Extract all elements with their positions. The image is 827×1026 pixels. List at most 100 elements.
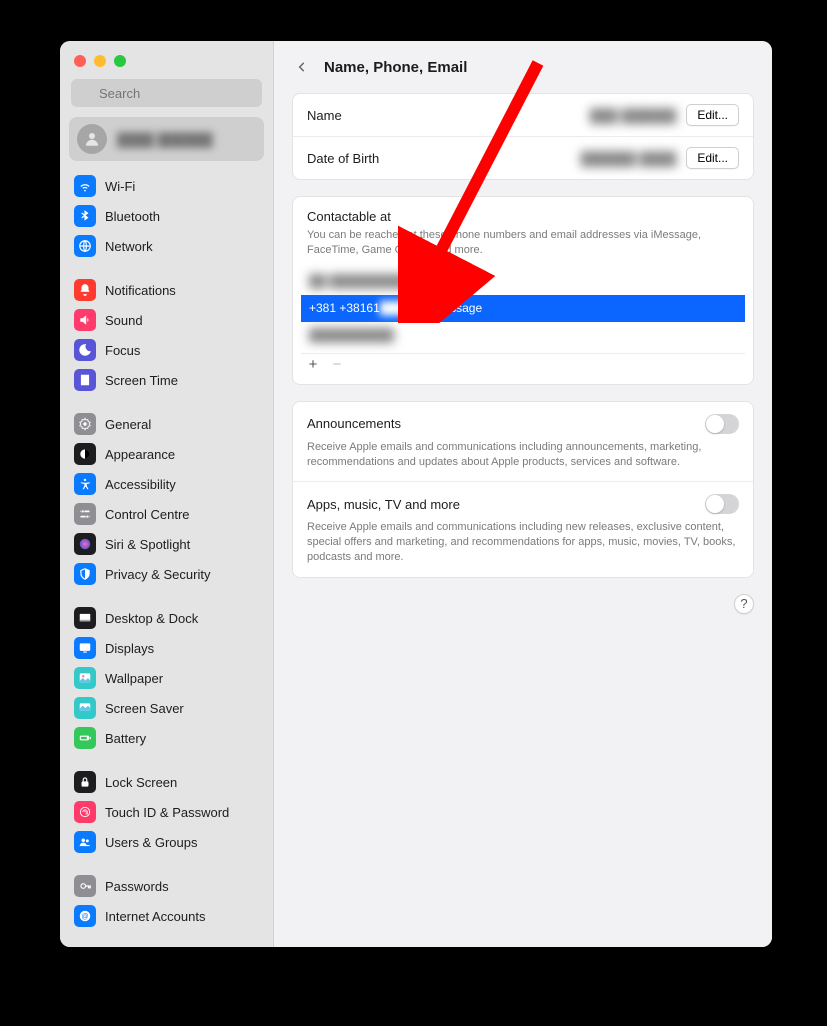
contact-item[interactable]: +381 +38161██████ iMessage	[301, 295, 745, 322]
setting-apps: Apps, music, TV and moreReceive Apple em…	[293, 481, 753, 577]
edit-dob-button[interactable]: Edit...	[686, 147, 739, 169]
remove-contact-button[interactable]: −	[325, 354, 349, 376]
sidebar-item-label: Wallpaper	[105, 671, 163, 686]
network-icon	[74, 235, 96, 257]
appearance-icon	[74, 443, 96, 465]
sidebar-item-label: Lock Screen	[105, 775, 177, 790]
sidebar-item-label: Desktop & Dock	[105, 611, 198, 626]
settings-window: ████ ██████ Wi-Fi Bluetooth Network Notific…	[60, 41, 772, 947]
name-row: Name ███ ██████ Edit...	[293, 94, 753, 136]
desktop-icon	[74, 607, 96, 629]
contact-item[interactable]: ██████████	[301, 322, 745, 349]
add-contact-button[interactable]: +	[301, 354, 325, 376]
sidebar-item-label: Users & Groups	[105, 835, 197, 850]
contactable-desc: You can be reached at these phone number…	[307, 228, 739, 258]
focus-icon	[74, 339, 96, 361]
sidebar-item-battery[interactable]: Battery	[69, 723, 264, 753]
titlebar: Name, Phone, Email	[274, 41, 772, 93]
close-icon[interactable]	[74, 55, 86, 67]
help-button[interactable]: ?	[734, 594, 754, 614]
sidebar-item-wallpaper[interactable]: Wallpaper	[69, 663, 264, 693]
sidebar-item-displays[interactable]: Displays	[69, 633, 264, 663]
notifications-icon	[74, 279, 96, 301]
sidebar-item-desktop[interactable]: Desktop & Dock	[69, 603, 264, 633]
setting-desc: Receive Apple emails and communications …	[307, 440, 739, 470]
sidebar-nav: Wi-Fi Bluetooth Network Notifications Sound F…	[60, 171, 273, 947]
sidebar-item-label: Siri & Spotlight	[105, 537, 190, 552]
sidebar-item-label: Notifications	[105, 283, 176, 298]
setting-announcements: AnnouncementsReceive Apple emails and co…	[293, 402, 753, 482]
sidebar-item-internetaccounts[interactable]: @Internet Accounts	[69, 901, 264, 931]
sidebar-item-siri[interactable]: Siri & Spotlight	[69, 529, 264, 559]
sidebar-item-passwords[interactable]: Passwords	[69, 871, 264, 901]
privacy-icon	[74, 563, 96, 585]
minimize-icon[interactable]	[94, 55, 106, 67]
contactable-card: Contactable at You can be reached at the…	[292, 196, 754, 385]
sidebar-item-appearance[interactable]: Appearance	[69, 439, 264, 469]
sidebar-item-accessibility[interactable]: Accessibility	[69, 469, 264, 499]
sidebar-item-wifi[interactable]: Wi-Fi	[69, 171, 264, 201]
users-icon	[74, 831, 96, 853]
dob-value: ██████ ████	[581, 151, 677, 166]
name-label: Name	[307, 108, 342, 123]
window-controls	[60, 41, 273, 79]
displays-icon	[74, 637, 96, 659]
siri-icon	[74, 533, 96, 555]
wallpaper-icon	[74, 667, 96, 689]
sidebar-item-controlcentre[interactable]: Control Centre	[69, 499, 264, 529]
dob-row: Date of Birth ██████ ████ Edit...	[293, 136, 753, 179]
contactable-title: Contactable at	[307, 209, 739, 224]
sidebar-item-label: Privacy & Security	[105, 567, 210, 582]
sidebar-item-privacy[interactable]: Privacy & Security	[69, 559, 264, 589]
account-name: ████ ██████	[117, 132, 213, 147]
svg-text:@: @	[81, 913, 88, 920]
sidebar-item-sound[interactable]: Sound	[69, 305, 264, 335]
controlcentre-icon	[74, 503, 96, 525]
back-button[interactable]	[292, 57, 312, 77]
sidebar-item-label: Sound	[105, 313, 143, 328]
sidebar-item-screensaver[interactable]: Screen Saver	[69, 693, 264, 723]
sidebar-item-label: Appearance	[105, 447, 175, 462]
general-icon	[74, 413, 96, 435]
sidebar-item-label: General	[105, 417, 151, 432]
toggle-announcements[interactable]	[705, 414, 739, 434]
contact-list: ██ ████████████████+381 +38161██████ iMe…	[293, 264, 753, 384]
contact-item[interactable]: ██ ████████████████	[301, 268, 745, 295]
toggle-apps[interactable]	[705, 494, 739, 514]
account-row[interactable]: ████ ██████	[69, 117, 264, 161]
accessibility-icon	[74, 473, 96, 495]
content-scroll[interactable]: Name ███ ██████ Edit... Date of Birth ██…	[274, 93, 772, 947]
sidebar-item-label: Touch ID & Password	[105, 805, 229, 820]
search-input[interactable]	[71, 79, 262, 107]
sidebar-item-touchid[interactable]: Touch ID & Password	[69, 797, 264, 827]
sidebar-item-network[interactable]: Network	[69, 231, 264, 261]
sidebar-item-notifications[interactable]: Notifications	[69, 275, 264, 305]
screensaver-icon	[74, 697, 96, 719]
battery-icon	[74, 727, 96, 749]
setting-title: Apps, music, TV and more	[307, 497, 705, 512]
sidebar-item-screentime[interactable]: Screen Time	[69, 365, 264, 395]
sidebar-item-lockscreen[interactable]: Lock Screen	[69, 767, 264, 797]
content-pane: Name, Phone, Email Name ███ ██████ Edit.…	[274, 41, 772, 947]
edit-name-button[interactable]: Edit...	[686, 104, 739, 126]
sidebar-item-users[interactable]: Users & Groups	[69, 827, 264, 857]
identity-card: Name ███ ██████ Edit... Date of Birth ██…	[292, 93, 754, 180]
avatar	[77, 124, 107, 154]
lockscreen-icon	[74, 771, 96, 793]
dob-label: Date of Birth	[307, 151, 379, 166]
sidebar-item-label: Network	[105, 239, 153, 254]
sidebar-item-bluetooth[interactable]: Bluetooth	[69, 201, 264, 231]
internetaccounts-icon: @	[74, 905, 96, 927]
touchid-icon	[74, 801, 96, 823]
communications-card: AnnouncementsReceive Apple emails and co…	[292, 401, 754, 578]
sidebar-item-label: Accessibility	[105, 477, 176, 492]
sidebar-item-label: Control Centre	[105, 507, 190, 522]
sidebar-item-general[interactable]: General	[69, 409, 264, 439]
sidebar-item-label: Battery	[105, 731, 146, 746]
zoom-icon[interactable]	[114, 55, 126, 67]
sidebar-item-focus[interactable]: Focus	[69, 335, 264, 365]
sidebar-item-label: Focus	[105, 343, 140, 358]
sidebar-item-label: Wi-Fi	[105, 179, 135, 194]
sidebar-item-label: Passwords	[105, 879, 169, 894]
sidebar: ████ ██████ Wi-Fi Bluetooth Network Notific…	[60, 41, 274, 947]
